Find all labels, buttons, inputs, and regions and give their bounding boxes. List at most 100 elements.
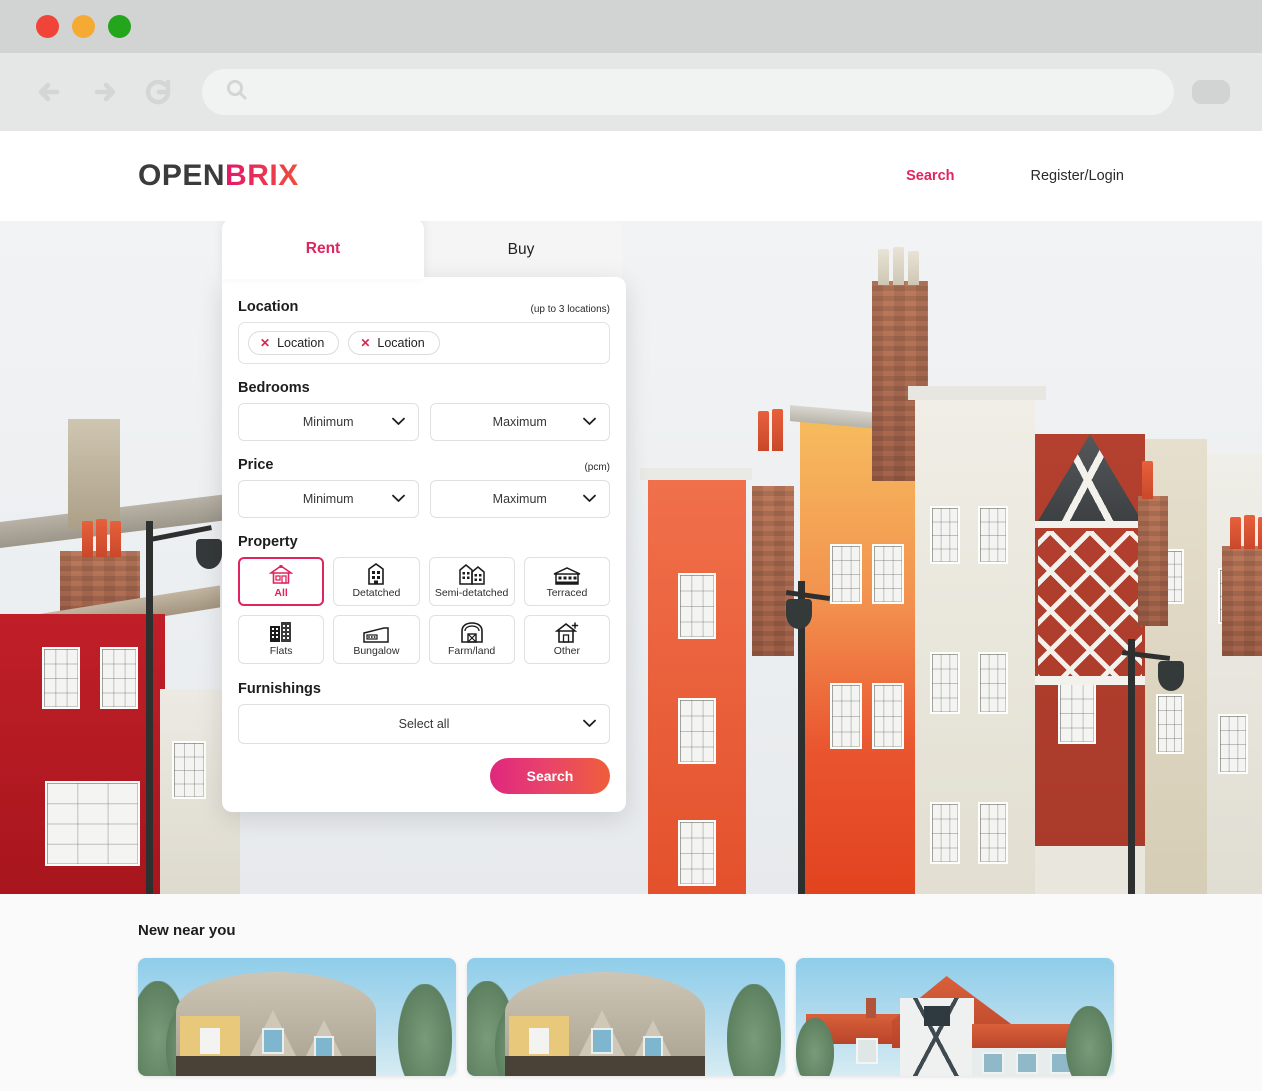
furnishings-select[interactable]: Select all	[238, 704, 610, 744]
property-option-farm-land[interactable]: Farm/land	[428, 615, 515, 664]
window-close-button[interactable]	[36, 15, 59, 38]
tab-buy[interactable]: Buy	[420, 221, 622, 279]
hero-chimney-pot	[1244, 515, 1255, 549]
bungalow-icon	[362, 622, 390, 643]
webpage-viewport: OPEN BRIX Search Register/Login Rent Buy…	[0, 131, 1262, 1091]
property-option-flats[interactable]: Flats	[238, 615, 325, 664]
new-near-you-section: New near you	[0, 894, 1262, 1091]
back-button[interactable]	[30, 72, 70, 112]
hero-chimney-pot	[1230, 517, 1241, 549]
bedrooms-label: Bedrooms	[238, 380, 310, 396]
price-hint: (pcm)	[584, 462, 610, 473]
chevron-down-icon	[583, 717, 596, 731]
property-option-label: All	[274, 587, 288, 600]
hero-lattice	[1038, 531, 1142, 681]
house-icon	[269, 564, 294, 585]
navigation-buttons	[30, 72, 178, 112]
hero-roof	[640, 468, 752, 480]
property-option-semi-detatched[interactable]: Semi-detatched	[428, 557, 515, 606]
bedrooms-max-select[interactable]: Maximum	[429, 403, 610, 441]
property-option-terraced[interactable]: Terraced	[523, 557, 610, 606]
hero-chimney-pot	[893, 247, 904, 285]
hero-building	[800, 414, 915, 894]
chevron-down-icon	[391, 492, 405, 506]
bedrooms-min-select[interactable]: Minimum	[238, 403, 419, 441]
hero-chimney	[1138, 496, 1168, 626]
hero-chimney-pot	[878, 249, 889, 285]
location-chip[interactable]: ✕ Location	[348, 331, 440, 355]
hero-chimney-pot	[82, 521, 93, 557]
location-chip-label: Location	[377, 336, 425, 350]
price-max-value: Maximum	[492, 492, 547, 506]
hero-image: Rent Buy Location (up to 3 locations) ✕ …	[0, 221, 1262, 894]
nav-item-register-login[interactable]: Register/Login	[1031, 168, 1125, 184]
hero-chimney-pot	[1258, 517, 1262, 549]
hero-chimney-pot	[110, 521, 121, 557]
chevron-down-icon	[391, 415, 405, 429]
detached-house-icon	[366, 563, 386, 586]
property-card[interactable]	[138, 958, 456, 1076]
property-search-card: Rent Buy Location (up to 3 locations) ✕ …	[222, 221, 626, 812]
property-card[interactable]	[796, 958, 1114, 1076]
price-min-select[interactable]: Minimum	[238, 480, 419, 518]
browser-window: OPEN BRIX Search Register/Login Rent Buy…	[0, 0, 1262, 1091]
property-option-label: Bungalow	[353, 645, 400, 658]
property-card[interactable]	[467, 958, 785, 1076]
price-selects: Minimum Maximum	[238, 480, 610, 518]
site-logo[interactable]: OPEN BRIX	[138, 159, 299, 193]
bedrooms-max-value: Maximum	[492, 415, 547, 429]
bedrooms-label-row: Bedrooms	[238, 380, 610, 396]
toolbar-extension-button[interactable]	[1192, 80, 1230, 104]
location-label: Location	[238, 299, 299, 315]
property-option-detatched[interactable]: Detatched	[333, 557, 420, 606]
bedrooms-min-value: Minimum	[302, 415, 354, 429]
hero-chimney-pot	[96, 519, 107, 557]
browser-titlebar	[0, 0, 1262, 53]
property-option-other[interactable]: Other	[523, 615, 610, 664]
site-header: OPEN BRIX Search Register/Login	[0, 131, 1262, 221]
location-input[interactable]: ✕ Location ✕ Location	[238, 322, 610, 364]
search-icon	[224, 77, 250, 108]
hero-lamp-post	[146, 521, 153, 894]
window-minimize-button[interactable]	[72, 15, 95, 38]
reload-button[interactable]	[138, 72, 178, 112]
property-option-label: Farm/land	[447, 645, 496, 658]
property-option-label: Other	[553, 645, 580, 658]
search-button-row: Search	[238, 758, 610, 794]
house-plus-icon	[554, 622, 579, 644]
nav-item-search[interactable]: Search	[906, 168, 954, 184]
furnishings-label: Furnishings	[238, 681, 321, 697]
location-chip-label: Location	[277, 336, 325, 350]
property-option-label: Semi-detatched	[434, 587, 509, 600]
tab-rent[interactable]: Rent	[222, 221, 424, 279]
property-option-bungalow[interactable]: Bungalow	[333, 615, 420, 664]
hero-chimney	[68, 419, 120, 529]
close-icon[interactable]: ✕	[260, 337, 270, 349]
semi-detached-house-icon	[458, 564, 485, 585]
apartment-blocks-icon	[269, 622, 293, 643]
window-maximize-button[interactable]	[108, 15, 131, 38]
browser-toolbar	[0, 53, 1262, 131]
close-icon[interactable]: ✕	[360, 337, 370, 349]
property-type-grid: All Detatched Semi-detatched Terraced Fl…	[238, 557, 610, 664]
location-hint: (up to 3 locations)	[530, 304, 611, 315]
hero-chimney	[752, 486, 794, 656]
property-option-all[interactable]: All	[238, 557, 325, 606]
location-chip[interactable]: ✕ Location	[248, 331, 340, 355]
search-submit-button[interactable]: Search	[490, 758, 610, 794]
hero-lamp-head	[786, 599, 812, 629]
property-option-label: Flats	[269, 645, 293, 658]
hero-chimney	[1222, 546, 1262, 656]
url-input[interactable]	[202, 69, 1174, 115]
search-panel: Location (up to 3 locations) ✕ Location …	[222, 277, 626, 812]
furnishings-label-row: Furnishings	[238, 681, 610, 697]
price-max-select[interactable]: Maximum	[429, 480, 610, 518]
terraced-house-icon	[553, 564, 581, 585]
forward-button[interactable]	[84, 72, 124, 112]
property-option-label: Detatched	[352, 587, 401, 600]
bedrooms-selects: Minimum Maximum	[238, 403, 610, 441]
hero-lamp-head	[196, 539, 222, 569]
hero-chimney-pot	[1142, 461, 1153, 499]
barn-icon	[460, 622, 484, 644]
furnishings-value: Select all	[398, 717, 450, 731]
